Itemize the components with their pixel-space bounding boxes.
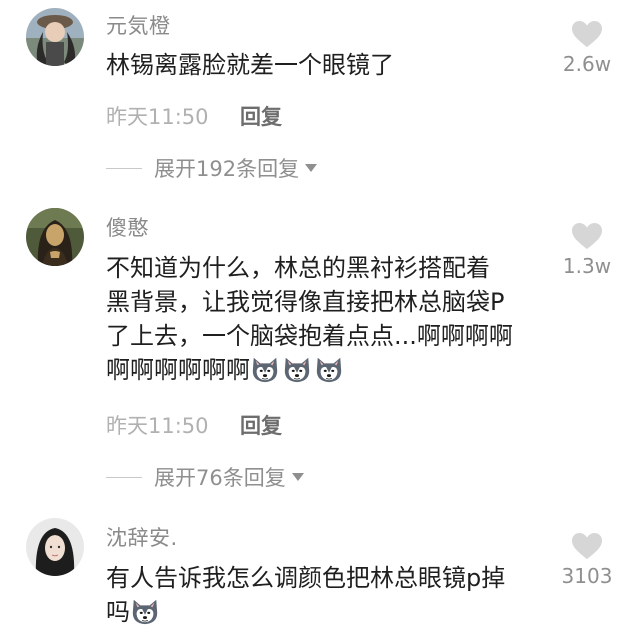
caret-down-icon bbox=[305, 164, 318, 172]
comment-text: 林锡离露脸就差一个眼镜了 bbox=[106, 51, 394, 79]
divider bbox=[106, 167, 142, 169]
avatar[interactable] bbox=[26, 8, 84, 66]
comment-text-line: 黑背景，让我觉得像直接把林总脑袋P bbox=[106, 288, 505, 316]
comment-text: 有人告诉我怎么调颜色把林总眼镜p掉 吗 bbox=[106, 561, 556, 629]
avatar[interactable] bbox=[26, 208, 84, 266]
avatar[interactable] bbox=[26, 518, 84, 576]
reply-button[interactable]: 回复 bbox=[240, 410, 282, 440]
like-button[interactable]: 3103 bbox=[552, 532, 622, 588]
like-count: 3103 bbox=[561, 564, 613, 588]
username[interactable]: 元気橙 bbox=[106, 10, 171, 40]
husky-emoji bbox=[250, 354, 280, 384]
comment-text-line: 吗 bbox=[106, 595, 556, 629]
like-button[interactable]: 2.6w bbox=[552, 20, 622, 76]
comment-text-line: 有人告诉我怎么调颜色把林总眼镜p掉 bbox=[106, 564, 506, 592]
like-button[interactable]: 1.3w bbox=[552, 222, 622, 278]
comment-text-line: 啊啊啊啊啊啊 bbox=[106, 353, 556, 387]
like-count: 1.3w bbox=[562, 254, 612, 278]
comment-time: 昨天11:50 bbox=[106, 414, 209, 438]
caret-down-icon bbox=[291, 473, 304, 481]
divider bbox=[106, 476, 142, 478]
comment-text-line: 了上去，一个脑袋抱着点点...啊啊啊啊 bbox=[106, 322, 513, 350]
heart-icon bbox=[571, 222, 603, 250]
like-count: 2.6w bbox=[562, 52, 612, 76]
heart-icon bbox=[571, 20, 603, 48]
comment-text-segment: 吗 bbox=[106, 598, 130, 626]
heart-icon bbox=[571, 532, 603, 560]
husky-emoji bbox=[282, 354, 312, 384]
comment-text: 不知道为什么，林总的黑衬衫搭配着 黑背景，让我觉得像直接把林总脑袋P 了上去，一… bbox=[106, 251, 556, 387]
expand-replies-label: 展开192条回复 bbox=[154, 157, 300, 181]
reply-button[interactable]: 回复 bbox=[240, 101, 282, 131]
expand-replies-label: 展开76条回复 bbox=[154, 466, 286, 490]
comment-text-segment: 啊啊啊啊啊啊 bbox=[106, 356, 250, 384]
comment-time: 昨天11:50 bbox=[106, 105, 209, 129]
username[interactable]: 傻憨 bbox=[106, 212, 149, 242]
expand-replies-button[interactable]: 展开192条回复 bbox=[106, 153, 318, 183]
husky-emoji bbox=[130, 596, 160, 626]
husky-emoji bbox=[314, 354, 344, 384]
expand-replies-button[interactable]: 展开76条回复 bbox=[106, 462, 304, 492]
username[interactable]: 沈辞安. bbox=[106, 522, 178, 552]
comment-text-line: 不知道为什么，林总的黑衬衫搭配着 bbox=[106, 254, 490, 282]
